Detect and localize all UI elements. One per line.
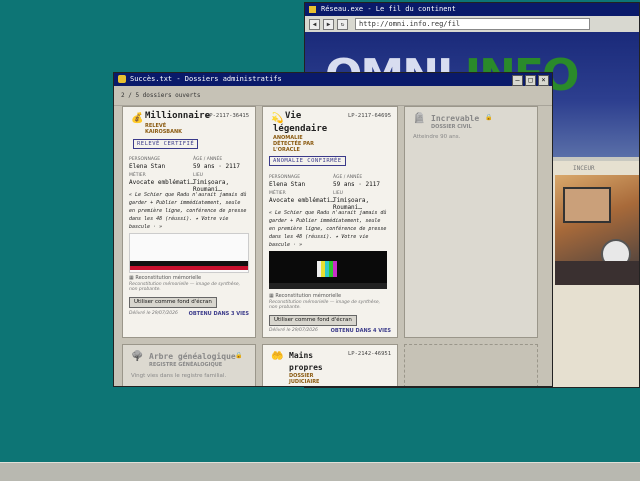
card-subtitle-line2: JUDICIAIRE <box>289 379 320 385</box>
card-subtitle: DOSSIER CIVIL <box>431 124 472 130</box>
lock-icon: 🔒 <box>235 352 243 359</box>
field-label: ÂGE / ANNÉE <box>193 157 223 162</box>
card-goal: Atteindre 90 ans. <box>413 134 461 140</box>
image-disclaimer: Reconstitution mémorielle — image de syn… <box>129 282 241 292</box>
life-quote: « Le Schier que Radu n'aurait jamais dû … <box>129 192 247 230</box>
bank-statement-image <box>129 233 249 273</box>
age-value: 59 ans · 2117 <box>193 163 240 170</box>
card-subtitle-line3: L'ORACLE <box>273 147 300 153</box>
person-value: Elena Stan <box>129 163 166 170</box>
tv-static-image <box>269 251 387 289</box>
field-label: MÉTIER <box>269 191 286 196</box>
delivery-date: Délivré le 29/07/2026 <box>269 328 318 333</box>
browser-title: Réseau.exe - Le fil du continent <box>321 5 456 13</box>
card-reference: LP-2142-46951 <box>347 351 391 357</box>
forward-arrow-icon[interactable]: ▶ <box>323 18 334 30</box>
money-bag-icon: 💰 <box>131 113 144 124</box>
wallpaper-button[interactable]: Utiliser comme fond d'écran <box>129 297 217 308</box>
card-title: Increvable <box>431 114 480 123</box>
tombstone-icon: 🪦 <box>413 113 426 124</box>
dossiers-titlebar[interactable]: Succès.txt - Dossiers administratifs – □… <box>114 73 552 86</box>
card-title-line2: propres <box>289 363 323 372</box>
card-subtitle: REGISTRE GÉNÉALOGIQUE <box>149 362 223 368</box>
field-label: ÂGE / ANNÉE <box>333 175 363 180</box>
job-value: Avocate emblémati… <box>129 179 195 186</box>
obtained-count: OBTENU DANS 4 VIES <box>330 328 391 334</box>
card-title: Arbre généalogique <box>149 352 236 361</box>
card-goal: Vingt vies dans le registre familial. <box>131 373 227 379</box>
age-value: 59 ans · 2117 <box>333 181 380 188</box>
card-subtitle-line2: KAIROSBANK <box>145 129 183 135</box>
card-title-line1: Vie <box>285 111 302 121</box>
dossier-card-increvable[interactable]: 🪦 Increvable 🔒 DOSSIER CIVIL Atteindre 9… <box>404 106 538 338</box>
browser-toolbar: ◀ ▶ ↻ http://omni.info.reg/fil <box>305 16 639 33</box>
dossier-card-vie-legendaire[interactable]: 💫 Vie légendaire ANOMALIE DÉTECTÉE PAR L… <box>262 106 398 338</box>
back-arrow-icon[interactable]: ◀ <box>309 18 320 30</box>
minimize-button[interactable]: – <box>512 75 523 86</box>
field-label: MÉTIER <box>129 173 146 178</box>
wallpaper-button[interactable]: Utiliser comme fond d'écran <box>269 315 357 326</box>
anomaly-stamp: ANOMALIE CONFIRMÉE <box>269 156 346 166</box>
desktop-taskbar <box>0 462 640 481</box>
tree-icon: 🌳 <box>131 351 144 362</box>
field-label: LIEU <box>333 191 343 196</box>
dossier-card-arbre[interactable]: 🌳 Arbre généalogique 🔒 REGISTRE GÉNÉALOG… <box>122 344 256 386</box>
lock-icon: 🔒 <box>485 114 493 121</box>
person-value: Elena Stan <box>269 181 306 188</box>
field-label: LIEU <box>193 173 203 178</box>
browser-app-icon <box>309 6 316 13</box>
card-reference: LP-2117-64695 <box>347 113 391 119</box>
image-disclaimer: Reconstitution mémorielle — image de syn… <box>269 300 381 310</box>
hands-icon: 🤲 <box>271 351 284 362</box>
image-caption: ▦ Reconstitution mémorielle <box>129 275 202 281</box>
dossier-counter: 2 / 5 dossiers ouverts <box>114 86 552 106</box>
certified-stamp: RELEVÉ CERTIFIÉ <box>133 139 199 149</box>
card-title-line2: légendaire <box>273 124 328 134</box>
window-controls: – □ × <box>512 75 549 86</box>
delivery-date: Délivré le 29/07/2026 <box>129 311 178 316</box>
dossier-card-millionnaire[interactable]: 💰 Millionnaire RELEVÉ KAIROSBANK LP-2117… <box>122 106 256 338</box>
job-value: Avocate emblémati… <box>269 197 335 204</box>
image-caption: ▦ Reconstitution mémorielle <box>269 293 342 299</box>
article-label: INCEUR <box>573 165 595 172</box>
card-title: Millionnaire <box>145 111 211 121</box>
field-label: PERSONNAGE <box>269 175 301 180</box>
comet-icon: 💫 <box>271 113 284 124</box>
maximize-button[interactable]: □ <box>525 75 536 86</box>
empty-dossier-slot <box>404 344 538 386</box>
reload-icon[interactable]: ↻ <box>337 18 348 30</box>
dossiers-window[interactable]: Succès.txt - Dossiers administratifs – □… <box>113 72 553 387</box>
obtained-count: OBTENU DANS 3 VIES <box>188 311 249 317</box>
browser-titlebar[interactable]: Réseau.exe - Le fil du continent <box>305 3 639 16</box>
field-label: PERSONNAGE <box>129 157 161 162</box>
card-reference: LP-2117-36415 <box>205 113 249 119</box>
life-quote: « Le Schier que Radu n'aurait jamais dû … <box>269 210 387 248</box>
dossier-card-mains-propres[interactable]: 🤲 Mains propres DOSSIER JUDICIAIRE LP-21… <box>262 344 398 386</box>
address-bar[interactable]: http://omni.info.reg/fil <box>355 18 590 30</box>
card-title-line1: Mains <box>289 351 314 360</box>
family-photo <box>555 175 639 285</box>
window-title: Succès.txt - Dossiers administratifs <box>130 75 282 83</box>
trophy-icon <box>118 75 126 83</box>
close-button[interactable]: × <box>538 75 549 86</box>
